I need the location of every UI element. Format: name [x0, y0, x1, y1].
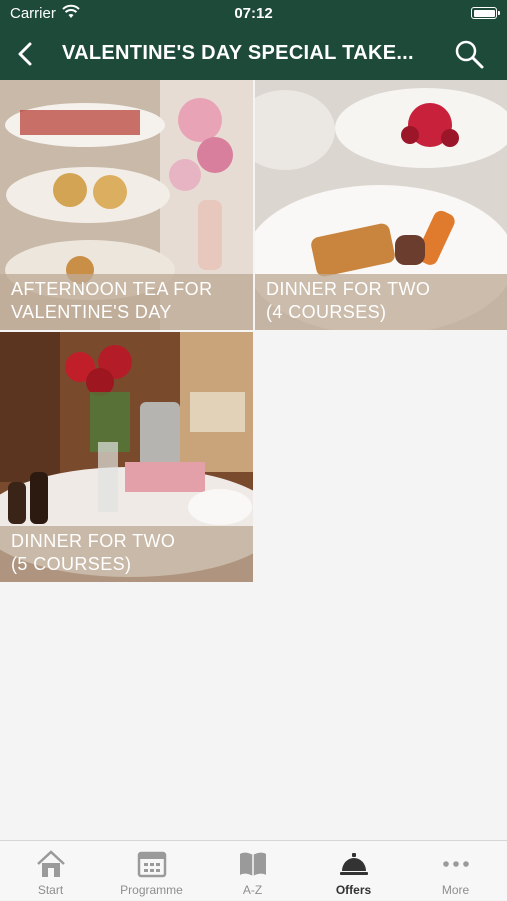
offer-tile-dinner-4[interactable]: DINNER FOR TWO (4 COURSES) — [255, 80, 507, 330]
battery-icon — [471, 7, 500, 19]
tab-start[interactable]: Start — [0, 841, 101, 901]
book-icon — [239, 852, 266, 876]
offer-title-line2: VALENTINE'S DAY — [11, 302, 172, 322]
tab-a-z[interactable]: A-Z — [202, 841, 303, 901]
tab-offers[interactable]: Offers — [303, 841, 404, 901]
service-bell-icon — [339, 853, 368, 875]
page-title: VALENTINE'S DAY SPECIAL TAKE... — [62, 42, 414, 64]
offer-caption: DINNER FOR TWO (4 COURSES) — [255, 274, 507, 330]
tab-label: Offers — [335, 883, 372, 897]
offer-tile-dinner-5[interactable]: DINNER FOR TWO (5 COURSES) — [0, 332, 253, 582]
offer-title-line1: AFTERNOON TEA FOR — [11, 279, 213, 299]
tab-label: Programme — [120, 883, 183, 897]
clock: 07:12 — [234, 5, 273, 22]
offer-title-line1: DINNER FOR TWO — [11, 531, 176, 551]
offer-title-line2: (5 COURSES) — [11, 554, 132, 574]
tab-programme[interactable]: Programme — [101, 841, 202, 901]
offer-caption: DINNER FOR TWO (5 COURSES) — [0, 526, 253, 582]
offer-tile-afternoon-tea[interactable]: AFTERNOON TEA FOR VALENTINE'S DAY — [0, 80, 253, 330]
navigation-bar: VALENTINE'S DAY SPECIAL TAKE... — [0, 28, 507, 80]
house-icon — [36, 850, 65, 877]
calendar-icon — [137, 851, 166, 878]
ellipsis-icon — [442, 861, 469, 867]
back-chevron-icon[interactable] — [10, 36, 42, 72]
offer-caption: AFTERNOON TEA FOR VALENTINE'S DAY — [0, 274, 253, 330]
offer-title-line1: DINNER FOR TWO — [266, 279, 431, 299]
tab-label: Start — [37, 883, 64, 897]
status-bar: Carrier 07:12 — [0, 0, 507, 28]
tab-bar: Start Programme A-Z Offers More — [0, 840, 507, 900]
offer-title-line2: (4 COURSES) — [266, 302, 387, 322]
tab-more[interactable]: More — [404, 841, 507, 901]
tab-label: More — [441, 883, 470, 897]
search-icon[interactable] — [453, 38, 485, 70]
tab-label: A-Z — [242, 883, 263, 897]
